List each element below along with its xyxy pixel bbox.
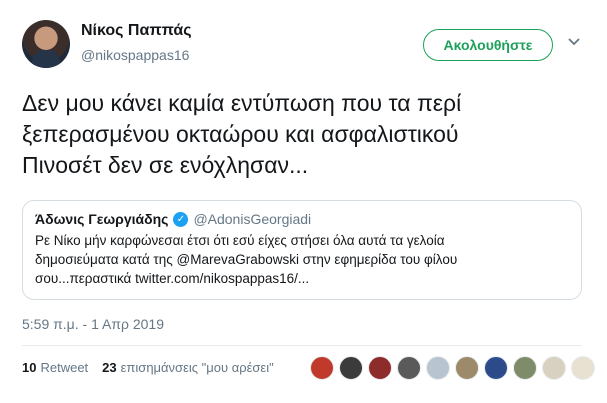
retweet-label: Retweet [40, 360, 89, 375]
tweet-stats: 10 Retweet 23 επισημάνσεις "μου αρέσει" [22, 360, 288, 375]
liker-avatar[interactable] [368, 356, 392, 380]
chevron-down-icon[interactable] [566, 34, 582, 50]
tweet-timestamp[interactable]: 5:59 π.μ. - 1 Απρ 2019 [22, 316, 164, 332]
quoted-author-name: Άδωνις Γεωργιάδης ✓ [35, 211, 189, 227]
liker-avatar[interactable] [426, 356, 450, 380]
likes-count: 23 [102, 360, 117, 375]
likes-stat[interactable]: 23 επισημάνσεις "μου αρέσει" [102, 360, 274, 375]
author-avatar[interactable] [22, 20, 70, 68]
liker-avatar[interactable] [339, 356, 363, 380]
quoted-author-name-text: Άδωνις Γεωργιάδης [35, 211, 169, 227]
retweet-count: 10 [22, 360, 37, 375]
quoted-tweet[interactable]: Άδωνις Γεωργιάδης ✓ @AdonisGeorgiadi Ρε … [22, 200, 582, 300]
likes-label: επισημάνσεις "μου αρέσει" [120, 360, 274, 375]
liker-avatar[interactable] [455, 356, 479, 380]
liker-avatar[interactable] [397, 356, 421, 380]
quoted-tweet-text: Ρε Νίκο μήν καρφώνεσαι έτσι ότι εσύ είχε… [35, 233, 458, 286]
liker-avatar[interactable] [513, 356, 537, 380]
verified-badge-icon: ✓ [173, 211, 189, 227]
author-name[interactable]: Νίκος Παππάς [81, 22, 192, 40]
liker-avatar[interactable] [542, 356, 566, 380]
tweet-header: Νίκος Παππάς @nikospappas16 Ακολουθήστε [22, 20, 592, 72]
tweet-text: Δεν μου κάνει καμία εντύπωση που τα περί… [22, 90, 462, 178]
liker-avatar[interactable] [484, 356, 508, 380]
follow-button[interactable]: Ακολουθήστε [423, 29, 553, 61]
likers-avatars [310, 356, 600, 380]
retweet-stat[interactable]: 10 Retweet [22, 360, 88, 375]
author-handle[interactable]: @nikospappas16 [81, 47, 189, 63]
liker-avatar[interactable] [310, 356, 334, 380]
liker-avatar[interactable] [571, 356, 595, 380]
quoted-author-handle: @AdonisGeorgiadi [193, 211, 312, 227]
divider [22, 345, 582, 346]
quoted-tweet-header: Άδωνις Γεωργιάδης ✓ @AdonisGeorgiadi [35, 211, 569, 227]
